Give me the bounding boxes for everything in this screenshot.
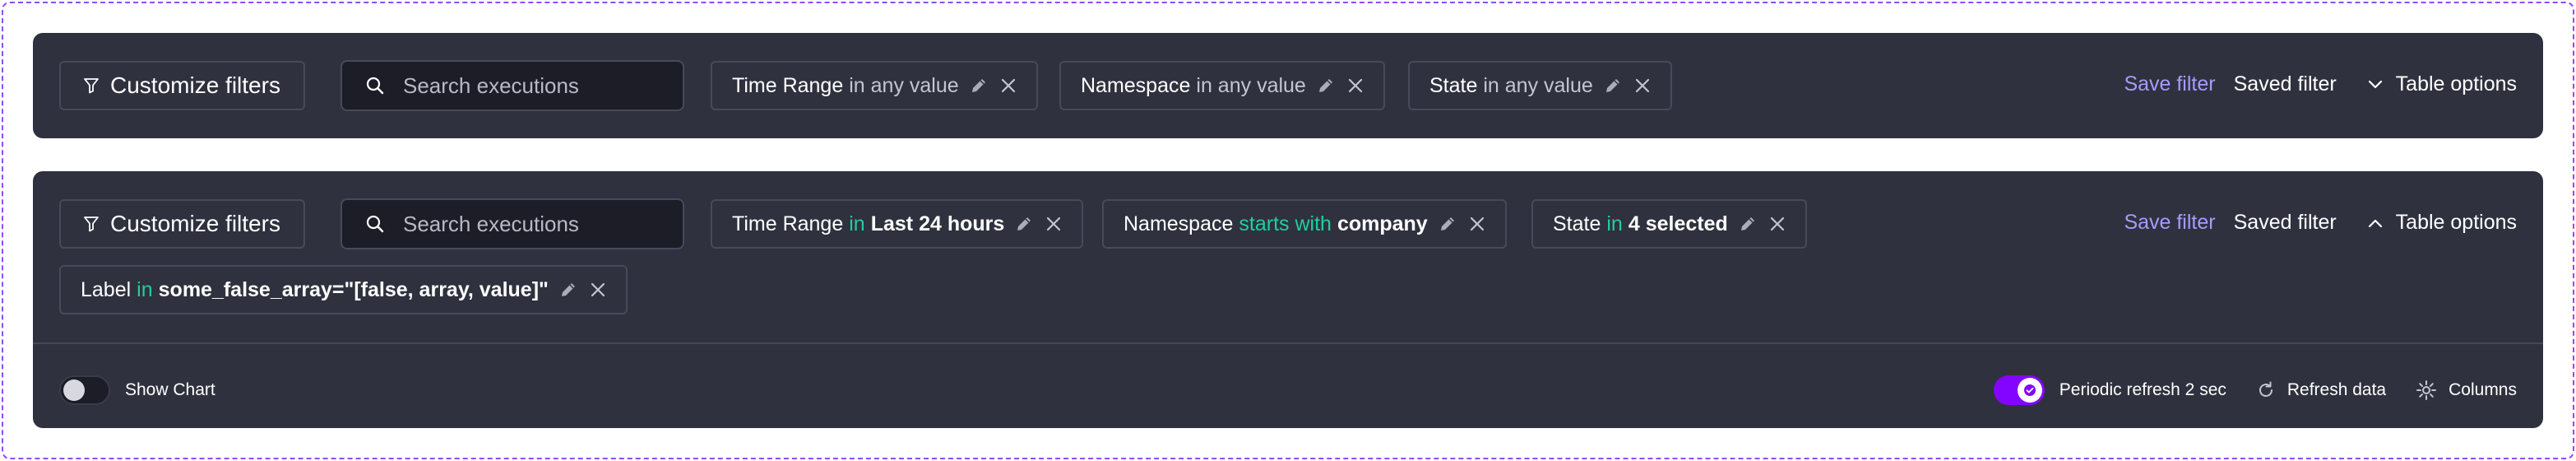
filter-chip-namespace[interactable]: Namespace starts with company — [1102, 199, 1507, 249]
chip-operator: in — [849, 212, 865, 235]
chip-operator: in any value — [1196, 73, 1306, 97]
chip-operator: in — [137, 277, 153, 301]
customize-filters-label: Customize filters — [110, 211, 280, 236]
close-icon[interactable] — [1634, 77, 1651, 94]
show-chart-toggle[interactable] — [59, 375, 110, 405]
saved-filter-button[interactable]: Saved filter — [2234, 72, 2337, 96]
chip-operator: in any value — [1483, 73, 1593, 97]
filter-icon — [84, 78, 99, 94]
pencil-icon[interactable] — [1603, 76, 1623, 95]
chip-value: some_false_array="[false, array, value]" — [158, 277, 549, 301]
table-options-button[interactable]: Table options — [2368, 72, 2517, 96]
refresh-icon — [2259, 381, 2273, 397]
table-options-label: Table options — [2395, 211, 2517, 234]
close-icon[interactable] — [1769, 216, 1786, 232]
periodic-refresh-toggle[interactable] — [1993, 375, 2045, 405]
toggle-knob — [63, 380, 85, 401]
table-options-bar: Periodic refresh 2 sec Refresh data Colu… — [1993, 369, 2517, 412]
chip-value: Last 24 hours — [870, 212, 1005, 235]
gear-icon — [2416, 380, 2437, 400]
search-box[interactable] — [341, 198, 684, 249]
close-icon[interactable] — [1347, 77, 1364, 94]
search-input[interactable] — [403, 72, 666, 99]
search-input[interactable] — [403, 211, 666, 237]
filter-bar-collapsed: Customize filters Time Range in any valu… — [33, 33, 2543, 138]
chip-value: company — [1337, 212, 1428, 235]
customize-filters-button[interactable]: Customize filters — [59, 61, 305, 110]
show-chart-label: Show Chart — [125, 380, 215, 399]
filter-actions: Save filter Saved filter Table options — [2124, 72, 2517, 96]
chip-operator: starts with — [1239, 212, 1332, 235]
chip-field: Time Range — [732, 212, 844, 235]
table-options-button[interactable]: Table options — [2368, 211, 2517, 235]
filter-icon — [84, 217, 99, 232]
filter-chip-time-range[interactable]: Time Range in Last 24 hours — [711, 199, 1084, 249]
close-icon[interactable] — [1045, 216, 1062, 232]
chip-operator: in — [1606, 212, 1623, 235]
options-divider — [33, 342, 2543, 344]
chip-field: Namespace — [1124, 212, 1234, 235]
refresh-data-label: Refresh data — [2286, 380, 2387, 399]
filter-actions: Save filter Saved filter Table options — [2124, 211, 2517, 235]
close-icon[interactable] — [1469, 216, 1485, 232]
check-icon — [2017, 378, 2042, 403]
chip-value: 4 selected — [1628, 212, 1728, 235]
chevron-up-icon — [2368, 219, 2382, 227]
filter-chip-time-range[interactable]: Time Range in any value — [711, 61, 1038, 110]
chip-field: Label — [81, 277, 132, 301]
table-options-label: Table options — [2395, 72, 2517, 95]
customize-filters-button[interactable]: Customize filters — [59, 199, 305, 249]
filter-chip-namespace[interactable]: Namespace in any value — [1059, 61, 1385, 110]
periodic-refresh-label: Periodic refresh 2 sec — [2059, 380, 2226, 399]
chip-field: Namespace — [1081, 73, 1191, 97]
chip-field: State — [1553, 212, 1601, 235]
chart-toggle-group: Show Chart — [59, 369, 215, 412]
filter-bar-expanded: Customize filters Time Range in Last 24 … — [33, 171, 2543, 428]
search-icon — [366, 215, 384, 233]
pencil-icon[interactable] — [969, 76, 989, 95]
refresh-data-button[interactable]: Refresh data — [2256, 380, 2386, 400]
save-filter-link[interactable]: Save filter — [2124, 211, 2215, 235]
pencil-icon[interactable] — [1316, 76, 1336, 95]
customize-filters-label: Customize filters — [110, 72, 280, 98]
chip-field: State — [1429, 73, 1478, 97]
columns-button[interactable]: Columns — [2416, 380, 2517, 401]
search-box[interactable] — [341, 60, 684, 111]
search-icon — [366, 77, 384, 95]
filter-chip-state[interactable]: State in any value — [1408, 61, 1672, 110]
pencil-icon[interactable] — [558, 280, 578, 300]
filter-chip-label[interactable]: Label in some_false_array="[false, array… — [59, 265, 628, 314]
close-icon[interactable] — [590, 282, 606, 298]
chip-operator: in any value — [849, 73, 959, 97]
close-icon[interactable] — [1000, 77, 1017, 94]
pencil-icon[interactable] — [1738, 214, 1758, 234]
pencil-icon[interactable] — [1438, 214, 1457, 234]
saved-filter-button[interactable]: Saved filter — [2234, 211, 2337, 235]
chip-field: Time Range — [732, 73, 844, 97]
columns-label: Columns — [2449, 380, 2517, 399]
pencil-icon[interactable] — [1014, 214, 1034, 234]
chevron-down-icon — [2368, 80, 2382, 88]
filter-chip-state[interactable]: State in 4 selected — [1531, 199, 1807, 249]
save-filter-link[interactable]: Save filter — [2124, 72, 2215, 96]
